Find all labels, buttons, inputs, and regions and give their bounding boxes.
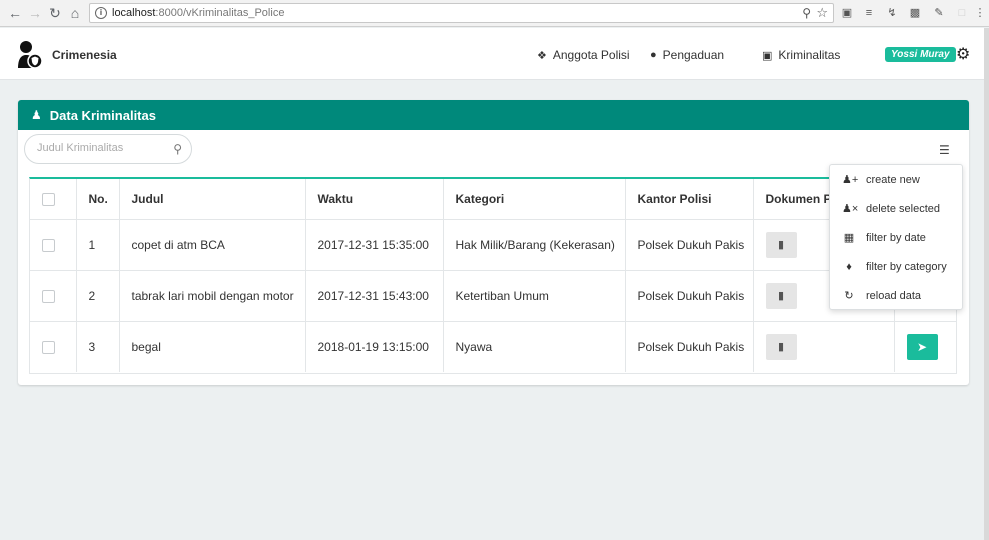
browser-menu-icon[interactable]: ⋮ <box>973 6 987 20</box>
select-all-cell <box>30 179 77 220</box>
table-header-row: No. Judul Waktu Kategori Kantor Polisi D… <box>30 179 956 220</box>
users-icon: ❖ <box>537 49 547 62</box>
brand-name[interactable]: Crimenesia <box>52 48 117 62</box>
cell-kantor: Polsek Dukuh Pakis <box>625 219 754 271</box>
table-tools-menu: ♟+ create new ♟× delete selected ▦ filte… <box>829 164 963 310</box>
file-icon: ▮ <box>777 340 785 353</box>
cell-waktu: 2018-01-19 13:15:00 <box>305 321 444 372</box>
column-header[interactable]: Kantor Polisi <box>625 179 754 220</box>
gear-icon[interactable]: ⚙ <box>956 44 970 64</box>
table-row[interactable]: 3 begal 2018-01-19 13:15:00 Nyawa Polsek… <box>30 321 956 372</box>
back-icon[interactable]: ← <box>6 4 24 22</box>
window-edge <box>984 28 989 540</box>
cell-no: 1 <box>76 219 120 271</box>
panel-header: ♟ Data Kriminalitas <box>18 100 969 130</box>
cell-no: 2 <box>76 270 120 322</box>
extension-cube-icon[interactable]: ▣ <box>840 6 854 20</box>
menu-item-filter-category[interactable]: ♦ filter by category <box>830 252 962 281</box>
extension-blank-icon[interactable]: □ <box>955 6 969 20</box>
nav-kriminalitas[interactable]: ▣ Kriminalitas <box>762 48 840 62</box>
file-icon: ▮ <box>777 238 785 251</box>
url-text[interactable]: localhost:8000/vKriminalitas_Police <box>112 7 284 19</box>
user-badge[interactable]: Yossi Muray <box>885 47 956 62</box>
cell-kantor: Polsek Dukuh Pakis <box>625 270 754 322</box>
row-checkbox[interactable] <box>42 340 55 354</box>
row-checkbox[interactable] <box>42 289 55 303</box>
tag-icon: ♦ <box>846 260 852 273</box>
cell-judul: tabrak lari mobil dengan motor <box>119 270 306 322</box>
nav-label: Anggota Polisi <box>552 48 630 62</box>
browser-toolbar: ← → ↻ ⌂ i localhost:8000/vKriminalitas_P… <box>0 0 989 27</box>
menu-item-delete-selected[interactable]: ♟× delete selected <box>830 194 962 223</box>
lock-icon: ▣ <box>762 49 773 62</box>
extension-screen-icon[interactable]: ▩ <box>908 6 922 20</box>
extension-bolt-icon[interactable]: ↯ <box>885 6 899 20</box>
url-host: localhost <box>112 7 156 19</box>
reload-icon[interactable]: ↻ <box>46 4 64 22</box>
search-icon[interactable]: ⚲ <box>173 142 182 156</box>
menu-item-label: filter by date <box>866 231 926 244</box>
menu-item-label: delete selected <box>866 202 940 215</box>
table-row[interactable]: 1 copet di atm BCA 2017-12-31 15:35:00 H… <box>30 219 956 271</box>
crime-data-panel: ♟ Data Kriminalitas ⚲ ☰ No. Judul Waktu … <box>18 100 969 385</box>
column-header[interactable]: Kategori <box>443 179 626 220</box>
panel-title: Data Kriminalitas <box>49 107 156 123</box>
cell-no: 3 <box>76 321 120 372</box>
forward-icon[interactable]: → <box>26 4 44 22</box>
menu-item-label: reload data <box>866 289 922 302</box>
document-button[interactable]: ▮ <box>765 282 797 309</box>
nav-anggota-polisi[interactable]: ❖ Anggota Polisi <box>537 48 630 62</box>
police-logo-icon <box>18 41 43 69</box>
table-row[interactable]: 2 tabrak lari mobil dengan motor 2017-12… <box>30 270 956 322</box>
url-path: :8000/vKriminalitas_Police <box>155 7 285 19</box>
home-icon[interactable]: ⌂ <box>66 4 84 22</box>
menu-item-label: filter by category <box>866 260 947 273</box>
crime-table: No. Judul Waktu Kategori Kantor Polisi D… <box>29 177 957 374</box>
star-icon[interactable]: ☆ <box>816 5 828 21</box>
refresh-icon: ↻ <box>844 290 854 302</box>
select-all-checkbox[interactable] <box>42 192 55 206</box>
column-header[interactable]: No. <box>76 179 120 220</box>
menu-item-create-new[interactable]: ♟+ create new <box>830 165 962 194</box>
extension-list-icon[interactable]: ≡ <box>862 6 876 20</box>
menu-item-filter-date[interactable]: ▦ filter by date <box>830 223 962 252</box>
document-button[interactable]: ▮ <box>765 231 797 258</box>
paper-plane-icon: ➤ <box>916 339 928 354</box>
cell-judul: begal <box>119 321 306 372</box>
app-navbar: Crimenesia ❖ Anggota Polisi ● Pengaduan … <box>0 28 989 80</box>
info-icon[interactable]: i <box>95 7 107 19</box>
user-icon: ♟ <box>31 108 42 122</box>
cell-waktu: 2017-12-31 15:43:00 <box>305 270 444 322</box>
column-header[interactable]: Waktu <box>305 179 444 220</box>
zoom-icon[interactable]: ⚲ <box>802 6 811 20</box>
menu-item-label: create new <box>866 173 920 186</box>
address-bar[interactable]: i localhost:8000/vKriminalitas_Police ⚲ … <box>89 3 834 23</box>
extension-pen-icon[interactable]: ✎ <box>932 6 946 20</box>
nav-pengaduan[interactable]: ● Pengaduan <box>650 48 724 62</box>
search-input[interactable] <box>37 142 167 154</box>
cell-kategori: Ketertiban Umum <box>443 270 626 322</box>
nav-label: Kriminalitas <box>778 48 841 62</box>
calendar-icon: ▦ <box>843 232 855 244</box>
file-icon: ▮ <box>777 289 785 302</box>
row-checkbox[interactable] <box>42 238 55 252</box>
cell-kantor: Polsek Dukuh Pakis <box>625 321 754 372</box>
nav-label: Pengaduan <box>662 48 725 62</box>
comment-icon: ● <box>650 49 657 61</box>
menu-item-reload-data[interactable]: ↻ reload data <box>830 281 962 310</box>
cell-waktu: 2017-12-31 15:35:00 <box>305 219 444 271</box>
column-header[interactable]: Judul <box>119 179 306 220</box>
cell-judul: copet di atm BCA <box>119 219 306 271</box>
user-times-icon: ♟× <box>842 203 859 215</box>
sliders-icon[interactable]: ☰ <box>939 143 950 157</box>
search-box[interactable]: ⚲ <box>24 134 192 164</box>
send-button[interactable]: ➤ <box>906 333 938 360</box>
document-button[interactable]: ▮ <box>765 333 797 360</box>
cell-kategori: Nyawa <box>443 321 626 372</box>
cell-kategori: Hak Milik/Barang (Kekerasan) <box>443 219 626 271</box>
user-plus-icon: ♟+ <box>842 174 859 186</box>
